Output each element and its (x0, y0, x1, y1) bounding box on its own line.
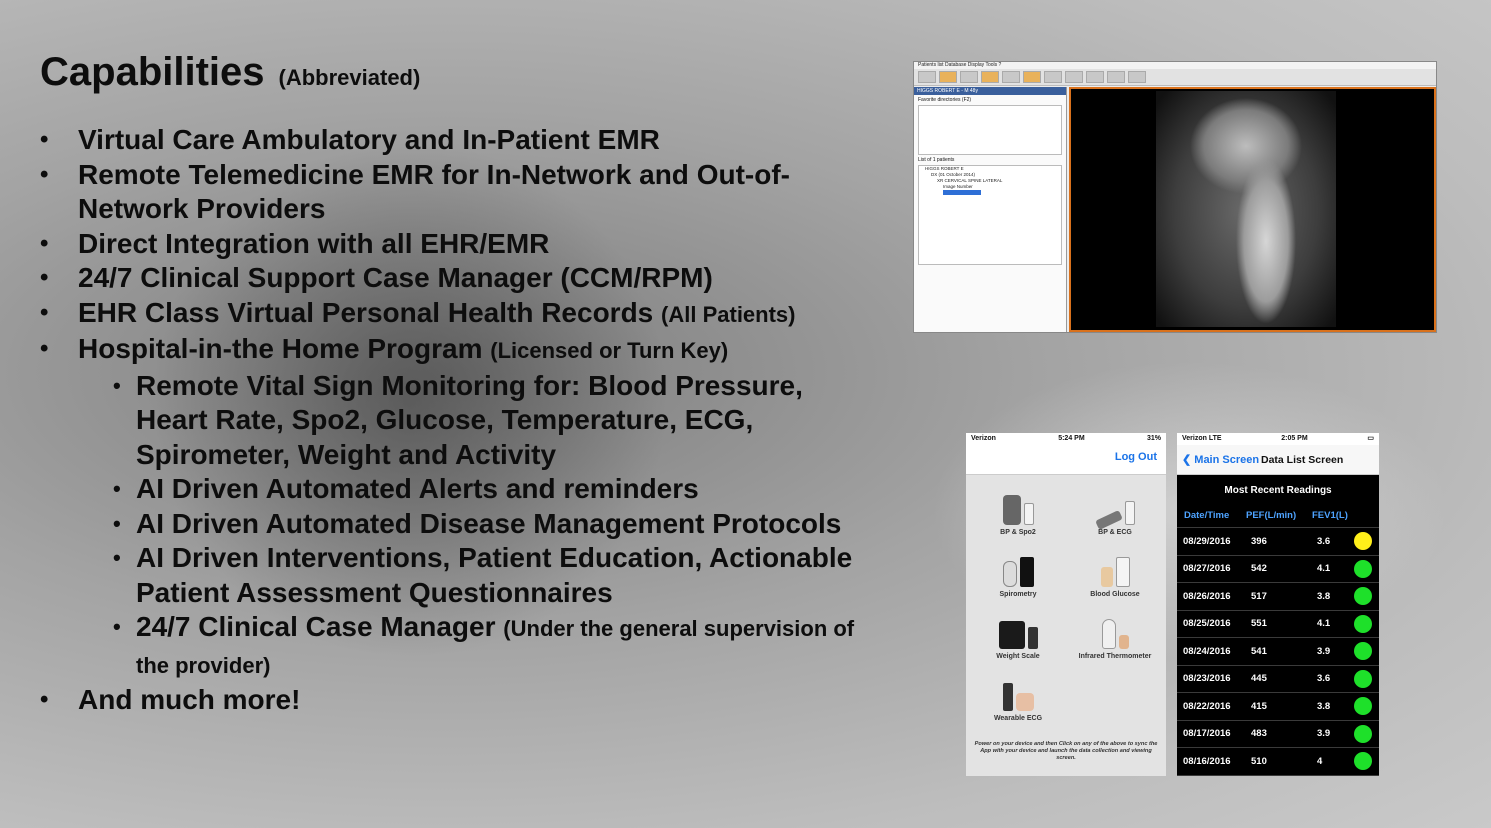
dicom-toolbar (914, 69, 1436, 86)
favorites-pane (918, 105, 1062, 155)
status-dot (1354, 559, 1372, 578)
sync-instructions: Power on your device and then Click on a… (974, 741, 1158, 761)
sub-bullet-item: Remote Vital Sign Monitoring for: Blood … (40, 369, 870, 473)
toolbar-database-icon (1023, 71, 1041, 83)
bullet-item: Remote Telemedicine EMR for In-Network a… (40, 158, 870, 227)
reading-row[interactable]: 08/23/2016 445 3.6 (1177, 666, 1379, 693)
phone-header: ❮ Main Screen Data List Screen (1177, 445, 1379, 475)
title-main: Capabilities (40, 50, 265, 94)
reading-row[interactable]: 08/22/2016 415 3.8 (1177, 693, 1379, 721)
favorites-label: Favorite directories (F2) (918, 97, 972, 103)
bullet-item: And much more! (40, 683, 870, 718)
device-bp-spo2[interactable]: BP & Spo2 (973, 485, 1063, 536)
glucose-meter-icon (1070, 547, 1160, 587)
readings-column-headers: Date/Time PEF(L/min) FEV1(L) (1177, 510, 1379, 521)
battery-icon: ▭ (1367, 435, 1374, 442)
status-bar: Verizon 5:24 PM 31% (966, 433, 1166, 445)
readings-phone-screen: Verizon LTE 2:05 PM ▭ ❮ Main Screen Data… (1177, 433, 1379, 776)
toolbar-import-icon (981, 71, 999, 83)
phone-header: Log Out (966, 445, 1166, 475)
status-bar: Verizon LTE 2:05 PM ▭ (1177, 433, 1379, 445)
bullet-item: EHR Class Virtual Personal Health Record… (40, 296, 870, 333)
bullet-item: 24/7 Clinical Support Case Manager (CCM/… (40, 261, 870, 296)
bullet-item: Hospital-in-the Home Program (Licensed o… (40, 332, 870, 369)
device-weight-scale[interactable]: Weight Scale (973, 609, 1063, 660)
spirometer-icon (973, 547, 1063, 587)
status-dot (1354, 697, 1372, 716)
slide-title: Capabilities (Abbreviated) (40, 50, 420, 95)
carrier-label: Verizon LTE (1182, 435, 1222, 442)
battery-label: 31% (1146, 435, 1161, 442)
dicom-patient-panel: HIGGS ROBERT E - M 48y Favorite director… (914, 87, 1067, 332)
screen-title: Data List Screen (1261, 454, 1344, 466)
bullet-item: Direct Integration with all EHR/EMR (40, 227, 870, 262)
column-header: Date/Time (1184, 510, 1230, 521)
status-dot (1354, 724, 1372, 743)
patient-name-bar: HIGGS ROBERT E - M 48y (914, 87, 1066, 95)
patient-list-label: List of 1 patients (918, 157, 955, 163)
readings-list: 08/29/2016 396 3.6 08/27/2016 542 4.1 08/26/… (1177, 527, 1379, 776)
carrier-label: Verizon (971, 435, 996, 442)
status-dot (1354, 532, 1372, 551)
toolbar-folder-icon (939, 71, 957, 83)
bp-spo2-device-icon (973, 485, 1063, 525)
dicom-menu-bar: Patients list Database Display Tools ? (914, 62, 1436, 69)
sub-bullet-item: 24/7 Clinical Case Manager (Under the ge… (40, 610, 870, 683)
toolbar-open-icon (918, 71, 936, 83)
reading-row[interactable]: 08/25/2016 551 4.1 (1177, 611, 1379, 638)
title-subtitle: (Abbreviated) (278, 65, 421, 90)
status-dot (1354, 752, 1372, 771)
sub-bullet-item: AI Driven Interventions, Patient Educati… (40, 541, 870, 610)
tree-selected-item (943, 190, 981, 195)
toolbar-measure-icon (1107, 71, 1125, 83)
column-header: FEV1(L) (1312, 510, 1348, 521)
clock: 2:05 PM (1281, 435, 1308, 442)
weight-scale-icon (973, 609, 1063, 649)
sub-bullet-item: AI Driven Automated Alerts and reminders (40, 472, 870, 507)
wearable-ecg-icon (973, 671, 1063, 711)
sub-bullet-item: AI Driven Automated Disease Management P… (40, 507, 870, 542)
toolbar-display-icon (1065, 71, 1083, 83)
device-spirometry[interactable]: Spirometry (973, 547, 1063, 598)
status-dot (1354, 614, 1372, 633)
patient-tree: HIGGS ROBERT E DX (01 October 2014) XR C… (918, 165, 1062, 265)
capabilities-list: Virtual Care Ambulatory and In-Patient E… (40, 123, 870, 718)
clock: 5:24 PM (1058, 435, 1085, 442)
toolbar-dicom-icon (1128, 71, 1146, 83)
device-selection-phone-screen: Verizon 5:24 PM 31% Log Out BP & Spo2 BP… (966, 433, 1166, 776)
back-button[interactable]: ❮ Main Screen (1182, 453, 1259, 466)
cervical-spine-xray-image (1156, 91, 1336, 327)
readings-heading: Most Recent Readings (1224, 485, 1332, 496)
thermometer-icon (1070, 609, 1160, 649)
device-blood-glucose[interactable]: Blood Glucose (1070, 547, 1160, 598)
log-out-button[interactable]: Log Out (1115, 451, 1157, 463)
reading-row[interactable]: 08/24/2016 541 3.9 (1177, 638, 1379, 666)
dicom-viewer-screenshot: Patients list Database Display Tools ? H… (913, 61, 1437, 333)
device-infrared-thermometer[interactable]: Infrared Thermometer (1070, 609, 1160, 660)
reading-row[interactable]: 08/17/2016 483 3.9 (1177, 721, 1379, 748)
reading-row[interactable]: 08/29/2016 396 3.6 (1177, 528, 1379, 556)
reading-row[interactable]: 08/26/2016 517 3.8 (1177, 583, 1379, 611)
status-dot (1354, 642, 1372, 661)
toolbar-palette-icon (1044, 71, 1062, 83)
toolbar-export-icon (1002, 71, 1020, 83)
reading-row[interactable]: 08/16/2016 510 4 (1177, 748, 1379, 776)
device-grid: BP & Spo2 BP & ECG Spirometry Blood Gluc… (966, 475, 1166, 735)
status-dot (1354, 587, 1372, 606)
tree-item: Image Number (943, 184, 973, 189)
device-bp-ecg[interactable]: BP & ECG (1070, 485, 1160, 536)
toolbar-windowing-icon (1086, 71, 1104, 83)
chevron-left-icon: ❮ (1182, 454, 1192, 466)
bullet-item: Virtual Care Ambulatory and In-Patient E… (40, 123, 870, 158)
device-wearable-ecg[interactable]: Wearable ECG (973, 671, 1063, 722)
xray-viewer (1069, 87, 1436, 332)
column-header: PEF(L/min) (1246, 510, 1297, 521)
toolbar-cd-icon (960, 71, 978, 83)
reading-row[interactable]: 08/27/2016 542 4.1 (1177, 556, 1379, 583)
status-dot (1354, 669, 1372, 688)
bp-ecg-device-icon (1070, 485, 1160, 531)
